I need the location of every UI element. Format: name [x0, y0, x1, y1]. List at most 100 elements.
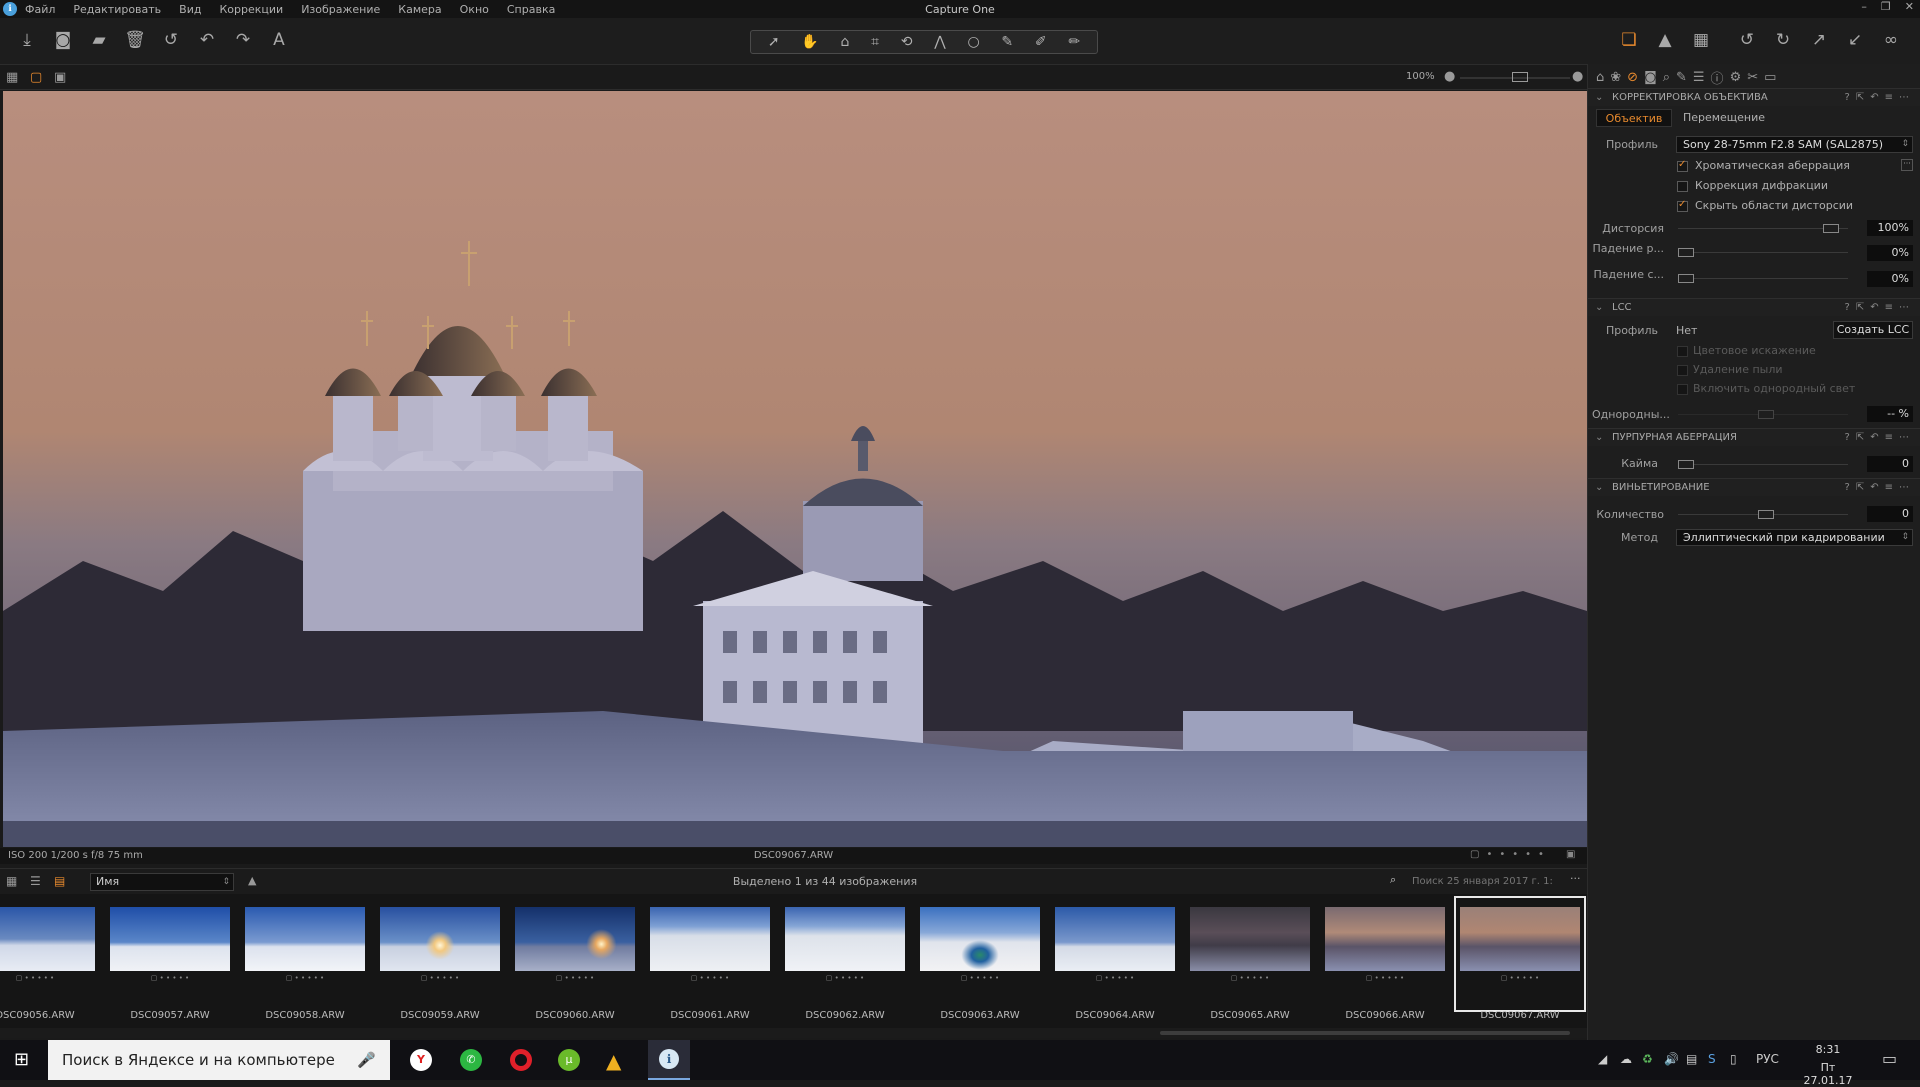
distortion-slider[interactable]	[1678, 224, 1848, 233]
folder-icon[interactable]: ▰	[88, 29, 110, 51]
diffraction-checkbox[interactable]	[1677, 181, 1688, 192]
undo-all-icon[interactable]: ↺	[160, 29, 182, 51]
section-tools[interactable]: ?⇱↶≡⋯	[1845, 429, 1915, 446]
thumbnail-rating[interactable]: ▢ • • • • •	[920, 974, 1040, 986]
fringe-knob[interactable]	[1678, 460, 1694, 469]
zoom-level[interactable]: 100%	[1406, 71, 1435, 82]
thumbnail-rating[interactable]: ▢ • • • • •	[245, 974, 365, 986]
create-lcc-button[interactable]: Создать LCC	[1833, 321, 1913, 339]
thumbnail-rating[interactable]: ▢ • • • • •	[1325, 974, 1445, 986]
close-icon[interactable]: ✕	[1905, 0, 1914, 13]
chevron-down-icon[interactable]: ⌄	[1595, 479, 1603, 496]
uniform-light-checkbox[interactable]	[1677, 384, 1688, 395]
glasses-icon[interactable]: ∞	[1880, 29, 1902, 51]
vignette-method-select[interactable]: Эллиптический при кадрировании	[1676, 529, 1913, 546]
menu-help[interactable]: Справка	[507, 3, 555, 16]
thumbnail-rating[interactable]: ▢ • • • • •	[1190, 974, 1310, 986]
thumbnail-selected[interactable]: ▢ • • • • • DSC09067.ARW	[1454, 896, 1586, 1021]
distortion-knob[interactable]	[1823, 224, 1839, 233]
menu-adjustments[interactable]: Коррекции	[219, 3, 283, 16]
flag-ru-icon[interactable]: ▤	[1686, 1052, 1697, 1066]
search-input[interactable]	[1412, 873, 1577, 891]
uniformity-value[interactable]: -- %	[1867, 406, 1913, 422]
spot-removal-icon[interactable]: ○	[967, 34, 979, 50]
thumbnail-rating[interactable]: ▢ • • • • •	[785, 974, 905, 986]
zoom-slider-knob[interactable]	[1512, 72, 1528, 82]
thumbnail[interactable]: ▢ • • • • • DSC09064.ARW	[1055, 902, 1175, 1021]
hide-distortion-checkbox[interactable]	[1677, 199, 1688, 212]
thumbnail-rating[interactable]: ▢ • • • • •	[1055, 974, 1175, 986]
cloud-icon[interactable]: ☁	[1620, 1052, 1632, 1066]
falloff-r-value[interactable]: 0%	[1867, 245, 1913, 261]
falloff-s-value[interactable]: 0%	[1867, 271, 1913, 287]
thumbnail-rating[interactable]: ▢ • • • • •	[650, 974, 770, 986]
battery-icon[interactable]: ▯	[1730, 1052, 1737, 1066]
thumbnail[interactable]: ▢ • • • • • DSC09061.ARW	[650, 902, 770, 1021]
folder-tab-icon[interactable]: ▭	[1764, 70, 1776, 85]
batch-tab-icon[interactable]: ✂	[1747, 70, 1758, 85]
rotate-icon[interactable]: ⟲	[901, 34, 913, 50]
settings-tab-icon[interactable]: ⚙	[1730, 70, 1742, 85]
thumbnail[interactable]: ▢ • • • • • DSC09065.ARW	[1190, 902, 1310, 1021]
thumbnail-rating[interactable]: ▢ • • • • •	[0, 974, 95, 986]
uniformity-slider[interactable]	[1678, 410, 1848, 419]
lens-profile-select[interactable]: Sony 28-75mm F2.8 SAM (SAL2875)	[1676, 136, 1913, 153]
chevron-down-icon[interactable]: ⌄	[1595, 89, 1603, 106]
menu-camera[interactable]: Камера	[398, 3, 441, 16]
section-tools[interactable]: ?⇱↶≡⋯	[1845, 89, 1915, 106]
rating-dots[interactable]: ▢•••••	[1470, 849, 1551, 860]
thumbnail[interactable]: ▢ • • • • • DSC09059.ARW	[380, 902, 500, 1021]
language-indicator[interactable]: РУС	[1756, 1052, 1779, 1066]
falloff-s-knob[interactable]	[1678, 274, 1694, 283]
falloff-r-knob[interactable]	[1678, 248, 1694, 257]
color-cast-checkbox[interactable]	[1677, 346, 1688, 357]
library-tab-icon[interactable]: ⌂	[1596, 70, 1604, 85]
fringe-slider[interactable]	[1678, 460, 1848, 469]
lens-tab-icon[interactable]: ⊘	[1627, 70, 1638, 85]
output-tab-icon[interactable]: ☰	[1693, 70, 1705, 85]
section-tools[interactable]: ?⇱↶≡⋯	[1845, 299, 1915, 316]
import-icon[interactable]: ⤓	[16, 29, 38, 51]
tab-movement[interactable]: Перемещение	[1676, 109, 1772, 127]
viewer-menu-icon[interactable]: ▣	[1566, 849, 1575, 860]
keystone-icon[interactable]: ⋀	[934, 34, 945, 50]
menu-image[interactable]: Изображение	[301, 3, 380, 16]
amount-slider[interactable]	[1678, 510, 1848, 519]
notifications-icon[interactable]: ▭	[1882, 1049, 1897, 1068]
falloff-s-slider[interactable]	[1678, 274, 1848, 283]
amount-value[interactable]: 0	[1867, 506, 1913, 522]
purple-fringe-header[interactable]: ⌄ ПУРПУРНАЯ АБЕРРАЦИЯ ?⇱↶≡⋯	[1588, 428, 1920, 446]
thumbnail-rating[interactable]: ▢ • • • • •	[110, 974, 230, 986]
eyedropper-icon[interactable]: ✐	[1035, 34, 1047, 50]
thumbnail-rating[interactable]: ▢ • • • • •	[515, 974, 635, 986]
color-tab-icon[interactable]: ❀	[1610, 70, 1621, 85]
menu-window[interactable]: Окно	[460, 3, 489, 16]
lens-correction-header[interactable]: ⌄ КОРРЕКТИРОВКА ОБЪЕКТИВА ?⇱↶≡⋯	[1588, 88, 1920, 106]
grid-icon[interactable]: ▦	[1690, 29, 1712, 51]
select-cursor-icon[interactable]: ➚	[768, 34, 780, 50]
text-tool-icon[interactable]: A	[268, 29, 290, 51]
compare-view-icon[interactable]: ▣	[54, 70, 66, 85]
menu-view[interactable]: Вид	[179, 3, 201, 16]
tab-lens[interactable]: Объектив	[1596, 109, 1672, 127]
falloff-r-slider[interactable]	[1678, 248, 1848, 257]
rotate-left-icon[interactable]: ↺	[1736, 29, 1758, 51]
fringe-value[interactable]: 0	[1867, 456, 1913, 472]
yandex-browser-icon[interactable]: Y	[410, 1049, 432, 1071]
camera-tab-icon[interactable]: ◙	[1644, 70, 1657, 85]
chromatic-checkbox[interactable]	[1677, 159, 1688, 172]
variants-icon[interactable]: ❏	[1618, 29, 1640, 51]
utorrent-icon[interactable]: µ	[558, 1049, 580, 1071]
image-viewer[interactable]	[3, 91, 1587, 847]
grid-view-icon[interactable]: ▦	[6, 70, 18, 85]
edit-icon[interactable]: ↙	[1844, 29, 1866, 51]
thumbnail-rating[interactable]: ▢ • • • • •	[380, 974, 500, 986]
dust-checkbox[interactable]	[1677, 365, 1688, 376]
thumbnail[interactable]: ▢ • • • • • DSC09062.ARW	[785, 902, 905, 1021]
thumbnail[interactable]: ▢ • • • • • DSC09063.ARW	[920, 902, 1040, 1021]
menu-edit[interactable]: Редактировать	[73, 3, 161, 16]
export-icon[interactable]: ↗	[1808, 29, 1830, 51]
windows-start-icon[interactable]: ⊞	[14, 1049, 29, 1070]
crop-icon[interactable]: ⌗	[871, 34, 879, 50]
thumbnail-rating[interactable]: ▢ • • • • •	[1460, 974, 1580, 986]
